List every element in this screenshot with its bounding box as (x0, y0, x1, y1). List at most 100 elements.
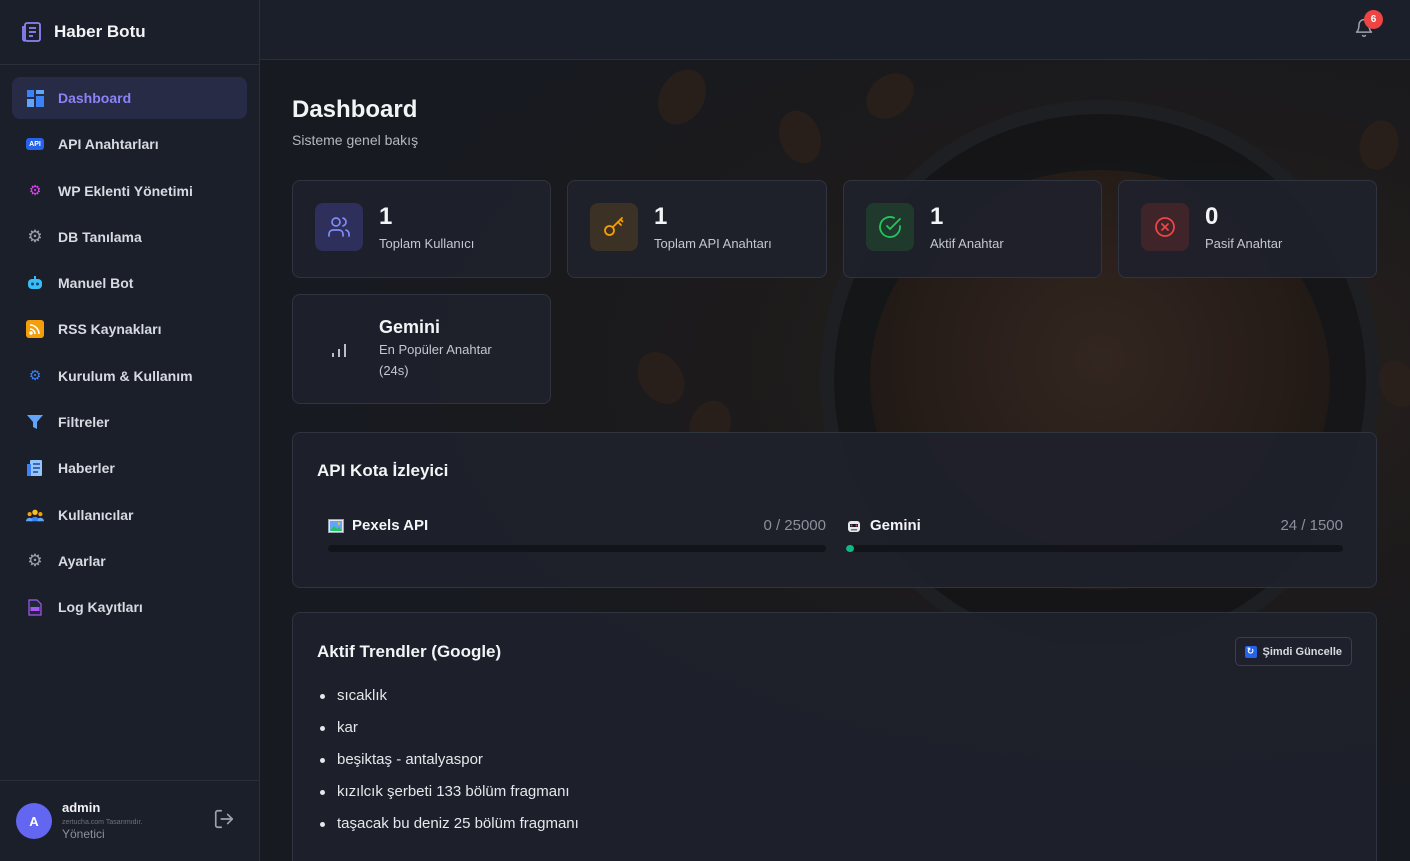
stat-label-period: (24s) (379, 363, 409, 378)
refresh-icon: ↻ (1244, 645, 1257, 658)
brand[interactable]: Haber Botu (0, 0, 259, 65)
plugin-gears-icon: ⚙ (28, 182, 42, 199)
api-icon: API (26, 138, 44, 151)
quota-name-label: Pexels API (352, 517, 429, 534)
sidebar: Haber Botu Dashboard API API Anahtarları… (0, 0, 260, 861)
quota-name-label: Gemini (870, 517, 921, 534)
filter-icon (26, 413, 44, 431)
sidebar-item-db-diagnostics[interactable]: ⚙ DB Tanılama (12, 216, 247, 258)
app-title: Haber Botu (54, 22, 146, 41)
sidebar-item-label: Ayarlar (58, 552, 106, 569)
sidebar-item-label: Filtreler (58, 414, 110, 431)
sidebar-item-label: API Anahtarları (58, 136, 159, 153)
sidebar-item-settings[interactable]: ⚙ Ayarlar (12, 540, 247, 582)
stat-card-total-users: 1 Toplam Kullanıcı (292, 180, 551, 278)
background-bean (771, 104, 829, 170)
sidebar-item-rss-sources[interactable]: RSS Kaynakları (12, 308, 247, 350)
background-bean (648, 60, 716, 134)
stat-value: Gemini (379, 317, 441, 337)
stat-label: Toplam Kullanıcı (379, 236, 475, 251)
stat-card-popular-key: Gemini En Popüler Anahtar (24s) (292, 294, 551, 404)
sidebar-item-users[interactable]: Kullanıcılar (12, 494, 247, 536)
stat-value: 1 (654, 203, 668, 230)
trend-item: beşiktaş - antalyaspor (320, 749, 579, 781)
sidebar-item-filters[interactable]: Filtreler (12, 401, 247, 443)
quota-name: Pexels API (328, 517, 428, 534)
topbar: 6 (260, 0, 1410, 60)
stat-label: Aktif Anahtar (930, 236, 1004, 251)
logout-icon[interactable] (213, 808, 235, 830)
sidebar-item-label: Kurulum & Kullanım (58, 367, 193, 384)
trends-card: Aktif Trendler (Google) ↻ Şimdi Güncelle… (292, 612, 1377, 861)
gear-icon: ⚙ (27, 226, 43, 246)
sidebar-item-label: Dashboard (58, 90, 132, 106)
sidebar-item-label: Haberler (58, 460, 115, 477)
sidebar-item-label: Log Kayıtları (58, 599, 143, 616)
quota-progress-fill (846, 545, 854, 552)
api-quota-card: API Kota İzleyici Pexels API 0 / 25000 G… (292, 432, 1377, 588)
sidebar-item-label: Manuel Bot (58, 275, 134, 292)
rss-icon (26, 320, 44, 339)
sidebar-item-dashboard[interactable]: Dashboard (12, 77, 247, 119)
stat-card-total-api-keys: 1 Toplam API Anahtarı (567, 180, 827, 278)
newspaper-logo-icon (22, 22, 41, 42)
avatar[interactable]: A (16, 803, 52, 839)
section-title: API Kota İzleyici (317, 461, 449, 480)
stat-label: En Popüler Anahtar (379, 342, 492, 357)
sidebar-item-wp-plugins[interactable]: ⚙ WP Eklenti Yönetimi (12, 170, 247, 212)
bar-chart-icon (315, 326, 363, 374)
key-icon (590, 203, 638, 251)
refresh-now-button[interactable]: ↻ Şimdi Güncelle (1234, 637, 1352, 666)
picture-icon (328, 518, 344, 534)
sidebar-item-label: WP Eklenti Yönetimi (58, 182, 193, 199)
user-role: Yönetici (62, 827, 105, 842)
sidebar-item-manual-bot[interactable]: Manuel Bot (12, 262, 247, 304)
user-profile: A admin zertucha.com Tasarımıdır. Yöneti… (0, 780, 259, 861)
stat-value: 0 (1205, 203, 1219, 230)
settings-icon: ⚙ (27, 550, 43, 570)
robot-face-icon (846, 518, 862, 534)
quota-progress-bar (846, 545, 1343, 552)
trend-item: taşacak bu deniz 25 bölüm fragmanı (320, 813, 579, 845)
sidebar-item-api-keys[interactable]: API API Anahtarları (12, 123, 247, 165)
page-title: Dashboard (292, 96, 418, 123)
quota-item-pexels: Pexels API 0 / 25000 (328, 517, 826, 557)
sidebar-item-label: Kullanıcılar (58, 506, 134, 523)
sidebar-item-logs[interactable]: Log Kayıtları (12, 586, 247, 628)
robot-icon (26, 274, 44, 292)
trend-item: kar (320, 717, 579, 749)
x-circle-icon (1141, 203, 1189, 251)
notification-badge: 6 (1364, 10, 1383, 29)
sidebar-item-setup-usage[interactable]: ⚙ Kurulum & Kullanım (12, 355, 247, 397)
background-bean (1371, 354, 1410, 414)
quota-item-gemini: Gemini 24 / 1500 (846, 517, 1343, 557)
sidebar-item-news[interactable]: Haberler (12, 447, 247, 489)
designer-credit: zertucha.com Tasarımıdır. (62, 818, 143, 826)
trend-item: kızılcık şerbeti 133 bölüm fragmanı (320, 781, 579, 813)
refresh-button-label: Şimdi Güncelle (1262, 645, 1342, 658)
setup-gears-icon: ⚙ (28, 367, 42, 384)
newspaper-icon (26, 459, 44, 477)
sidebar-nav: Dashboard API API Anahtarları ⚙ WP Eklen… (0, 65, 259, 628)
page-subtitle: Sisteme genel bakış (292, 132, 419, 148)
stat-label: Toplam API Anahtarı (654, 236, 772, 251)
users-icon (26, 506, 44, 524)
section-title: Aktif Trendler (Google) (317, 642, 502, 661)
log-file-icon (26, 598, 44, 616)
main-content: Dashboard Sisteme genel bakış 1 Toplam K… (260, 60, 1410, 861)
dashboard-icon (26, 89, 44, 107)
quota-progress-bar (328, 545, 826, 552)
user-info: admin zertucha.com Tasarımıdır. Yönetici (62, 801, 142, 841)
stat-label: Pasif Anahtar (1205, 236, 1283, 251)
stat-value: 1 (930, 203, 944, 230)
background-bean (1354, 115, 1404, 175)
trend-list: sıcaklık kar beşiktaş - antalyaspor kızı… (320, 685, 579, 845)
sidebar-item-label: DB Tanılama (58, 228, 142, 245)
users-icon (315, 203, 363, 251)
background-bean (627, 343, 695, 413)
sidebar-item-label: RSS Kaynakları (58, 321, 162, 338)
quota-name: Gemini (846, 517, 921, 534)
background-bean (857, 63, 923, 129)
stat-value: 1 (379, 203, 393, 230)
stat-card-active-keys: 1 Aktif Anahtar (843, 180, 1102, 278)
